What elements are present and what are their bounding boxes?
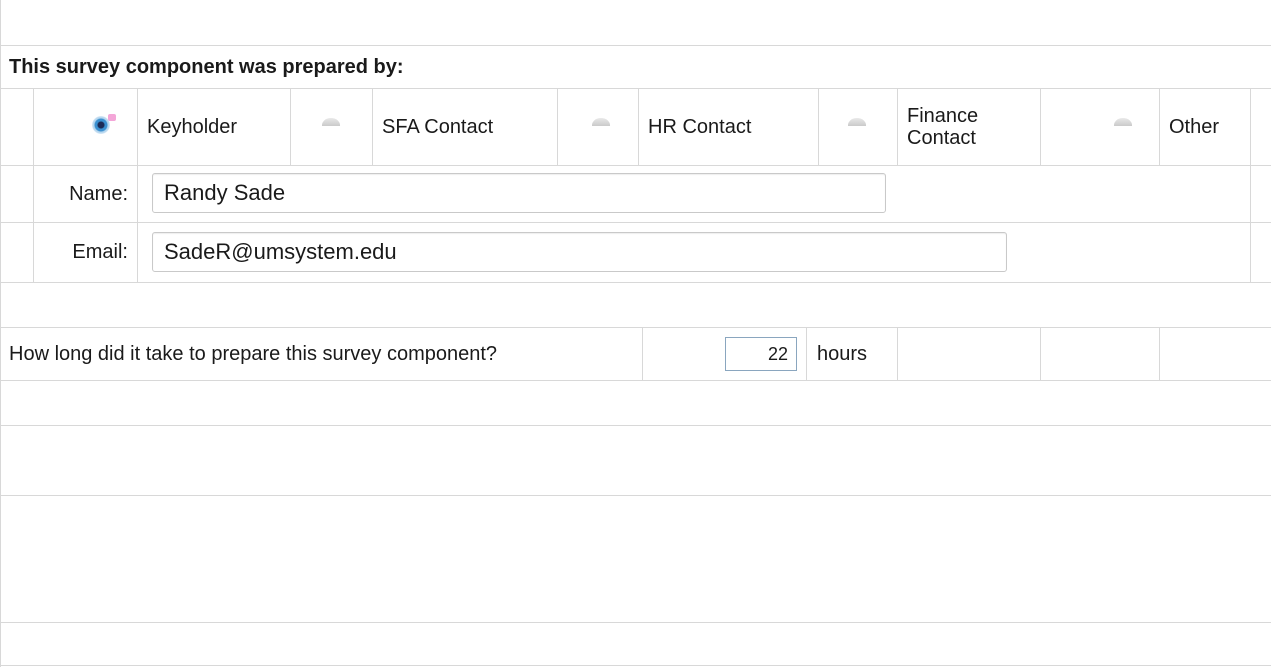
- role-label-other: Other: [1169, 115, 1220, 138]
- divider: [638, 88, 639, 165]
- divider: [0, 622, 1271, 623]
- role-radio-other[interactable]: [1114, 118, 1132, 126]
- divider: [0, 665, 1271, 666]
- divider: [0, 495, 1271, 496]
- divider: [1040, 88, 1041, 165]
- hours-unit-label: hours: [817, 342, 868, 365]
- email-field[interactable]: SadeR@umsystem.edu: [152, 232, 1007, 272]
- role-radio-finance-contact[interactable]: [848, 118, 866, 126]
- divider: [1159, 327, 1160, 380]
- divider: [818, 88, 819, 165]
- prep-time-input[interactable]: 22: [725, 337, 797, 371]
- divider: [806, 327, 807, 380]
- divider: [1040, 327, 1041, 380]
- role-radio-sfa-contact[interactable]: [322, 118, 340, 126]
- divider: [0, 222, 1271, 223]
- role-label-finance-contact: Finance Contact: [907, 105, 979, 149]
- divider: [1159, 88, 1160, 165]
- prep-time-question: How long did it take to prepare this sur…: [9, 342, 498, 365]
- divider: [897, 88, 898, 165]
- divider: [0, 380, 1271, 381]
- divider: [372, 88, 373, 165]
- divider: [897, 327, 898, 380]
- name-label: Name:: [69, 182, 128, 205]
- role-label-keyholder: Keyholder: [147, 115, 238, 138]
- role-radio-hr-contact[interactable]: [592, 118, 610, 126]
- divider: [1250, 88, 1251, 282]
- divider: [0, 282, 1271, 283]
- section-title: This survey component was prepared by:: [9, 55, 404, 78]
- divider: [557, 88, 558, 165]
- role-radio-keyholder[interactable]: [92, 114, 116, 134]
- divider: [290, 88, 291, 165]
- divider: [0, 425, 1271, 426]
- role-label-sfa-contact: SFA Contact: [382, 115, 494, 138]
- role-label-hr-contact: HR Contact: [648, 115, 752, 138]
- divider: [0, 165, 1271, 166]
- name-field[interactable]: Randy Sade: [152, 173, 886, 213]
- divider: [137, 88, 138, 282]
- email-label: Email:: [72, 241, 128, 263]
- divider: [642, 327, 643, 380]
